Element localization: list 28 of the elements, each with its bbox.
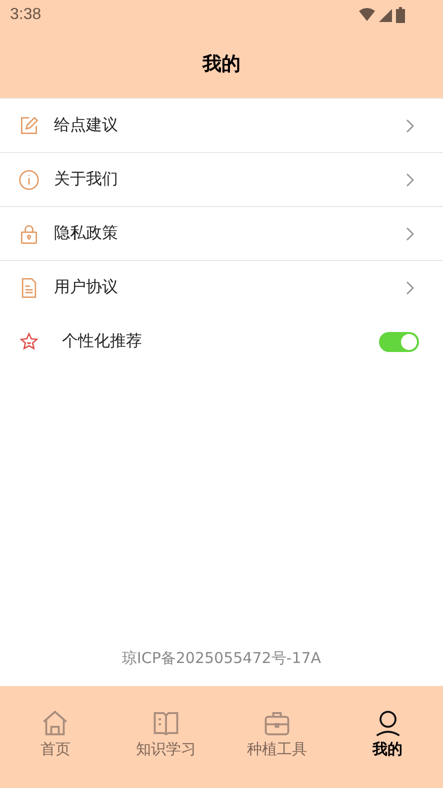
battery-icon <box>396 7 405 23</box>
status-time: 3:38 <box>10 6 42 24</box>
edit-icon <box>18 114 40 136</box>
menu-item[interactable]: 隐私政策 <box>0 207 443 261</box>
nav-tab[interactable]: 种植工具 <box>246 740 307 759</box>
chevron-right-icon <box>405 280 415 296</box>
info-icon <box>18 168 40 190</box>
menu-item[interactable]: 关于我们 <box>0 153 443 207</box>
chevron-right-icon <box>405 172 415 188</box>
menu-item[interactable]: 给点建议 <box>0 99 443 153</box>
menu-label: 给点建议 <box>54 115 119 136</box>
menu-item[interactable]: 用户协议 <box>0 261 443 315</box>
lock-icon <box>18 222 40 244</box>
toggle-switch[interactable] <box>379 332 419 352</box>
icp-text: 琼ICP备2025055472号-17A <box>120 649 322 668</box>
menu-label: 关于我们 <box>54 169 119 190</box>
menu-label: 用户协议 <box>54 277 119 298</box>
page-title: 我的 <box>202 52 240 77</box>
menu-label: 个性化推荐 <box>62 331 143 352</box>
wifi-icon <box>359 8 375 22</box>
star-icon <box>18 330 40 352</box>
chevron-right-icon <box>405 226 415 242</box>
chevron-right-icon <box>405 118 415 134</box>
signal-icon <box>379 8 392 22</box>
nav-tab[interactable]: 知识学习 <box>136 740 196 759</box>
nav-tab[interactable]: 首页 <box>40 740 70 759</box>
menu-label: 隐私政策 <box>54 223 119 244</box>
nav-tab[interactable]: 我的 <box>372 740 403 759</box>
